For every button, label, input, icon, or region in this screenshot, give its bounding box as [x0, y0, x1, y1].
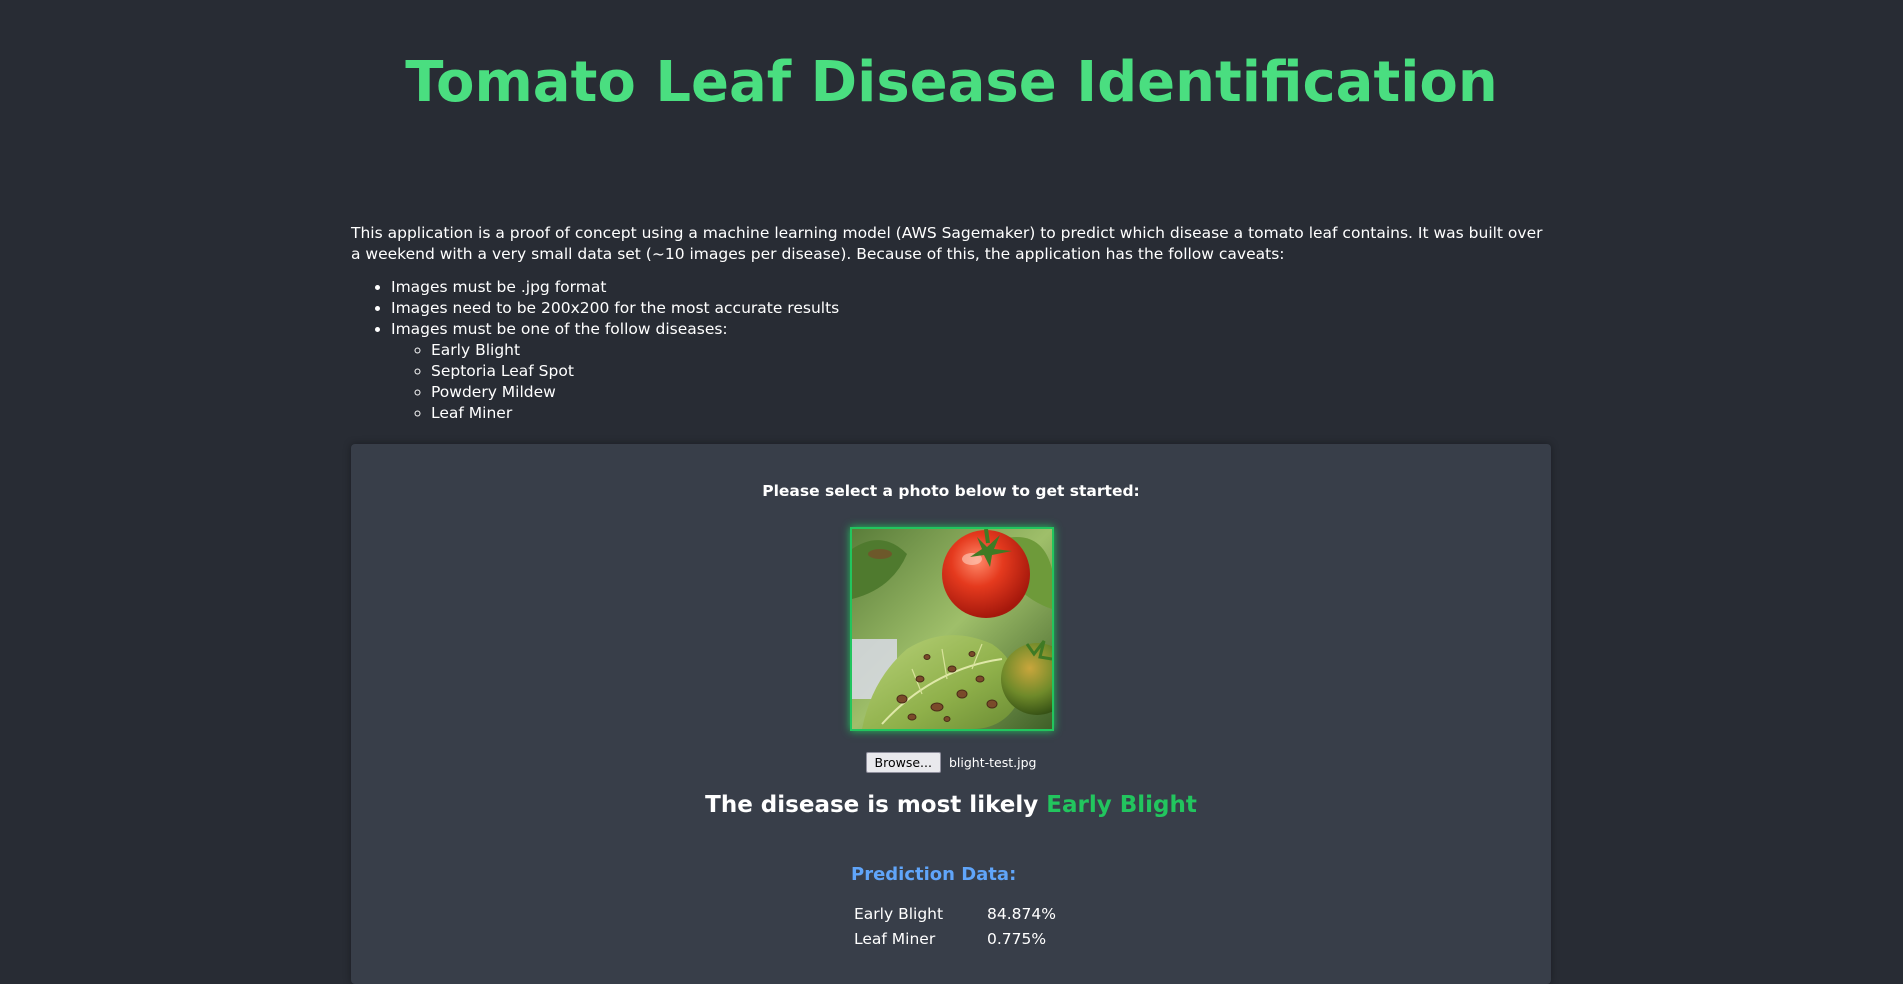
- table-row: Early Blight 84.874%: [851, 903, 1056, 928]
- upload-prompt: Please select a photo below to get start…: [762, 482, 1140, 500]
- intro-section: This application is a proof of concept u…: [351, 223, 1551, 424]
- upload-panel: Please select a photo below to get start…: [351, 444, 1551, 984]
- prediction-value: 0.775%: [987, 929, 1047, 948]
- browse-button[interactable]: Browse...: [865, 752, 941, 773]
- prediction-data-title: Prediction Data:: [851, 864, 1017, 885]
- result-disease: Early Blight: [1046, 792, 1197, 818]
- page-title: Tomato Leaf Disease Identification: [405, 50, 1498, 115]
- prediction-value: 84.874%: [987, 904, 1056, 923]
- disease-item: Powdery Mildew: [431, 382, 1551, 403]
- caveat-item-label: Images must be one of the follow disease…: [391, 320, 728, 338]
- prediction-table: Early Blight 84.874% Leaf Miner 0.775%: [851, 903, 1056, 953]
- prediction-label: Leaf Miner: [854, 929, 936, 948]
- selected-file-name: blight-test.jpg: [948, 755, 1037, 770]
- selected-photo-preview: [850, 527, 1054, 731]
- intro-text: This application is a proof of concept u…: [351, 224, 1543, 263]
- tomato-leaf-photo: [852, 529, 1052, 729]
- prediction-result: The disease is most likely Early Blight: [351, 792, 1551, 818]
- file-input: Browse... blight-test.jpg: [351, 752, 1551, 773]
- caveat-item: Images must be .jpg format: [391, 277, 1551, 298]
- diseases-list: Early Blight Septoria Leaf Spot Powdery …: [391, 340, 1551, 424]
- disease-item: Leaf Miner: [431, 403, 1551, 424]
- table-row: Leaf Miner 0.775%: [851, 928, 1056, 953]
- caveats-list: Images must be .jpg format Images need t…: [351, 277, 1551, 424]
- caveat-item: Images need to be 200x200 for the most a…: [391, 298, 1551, 319]
- result-prefix: The disease is most likely: [705, 792, 1039, 818]
- caveat-item: Images must be one of the follow disease…: [391, 319, 1551, 424]
- disease-item: Septoria Leaf Spot: [431, 361, 1551, 382]
- prediction-label: Early Blight: [854, 904, 944, 923]
- disease-item: Early Blight: [431, 340, 1551, 361]
